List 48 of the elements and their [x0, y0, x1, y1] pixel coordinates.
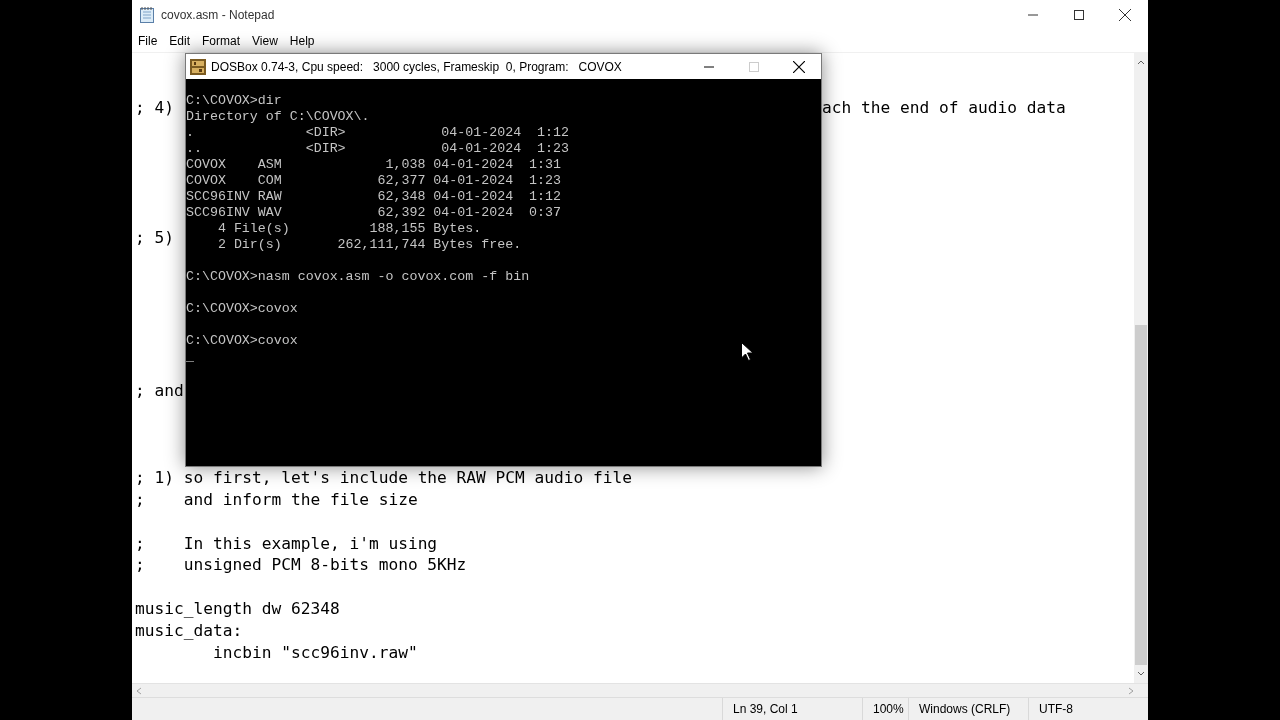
maximize-icon: [748, 61, 759, 72]
console-line: C:\COVOX>covox: [186, 301, 298, 316]
code-line: music_data:: [135, 619, 243, 642]
scroll-right-icon[interactable]: [1128, 686, 1134, 695]
console-line: .. <DIR> 04-01-2024 1:23: [186, 141, 569, 156]
code-line: ; 5): [135, 227, 174, 250]
close-icon: [1119, 9, 1131, 21]
console-line: . <DIR> 04-01-2024 1:12: [186, 125, 569, 140]
console-line: Directory of C:\COVOX\.: [186, 109, 370, 124]
code-line: ; unsigned PCM 8-bits mono 5KHz: [135, 554, 467, 577]
window-title: DOSBox 0.74-3, Cpu speed: 3000 cycles, Frameskip 0, Program: COVOX: [211, 59, 623, 74]
maximize-icon: [1074, 10, 1084, 20]
text-cursor: _: [186, 349, 194, 364]
window-title: covox.asm - Notepad: [161, 8, 276, 22]
notepad-icon: [140, 7, 154, 23]
code-line: ; 1) so first, let's include the RAW PCM audio file: [135, 467, 633, 489]
mouse-cursor-icon: [741, 342, 753, 361]
dosbox-icon: [190, 58, 206, 75]
vertical-scrollbar[interactable]: [1134, 53, 1148, 683]
menu-item[interactable]: Edit: [163, 32, 197, 50]
console-line: 4 File(s) 188,155 Bytes.: [216, 221, 482, 236]
status-text: Windows (CRLF): [908, 698, 1028, 720]
console-line: SCC96INV WAV 62,392 04-01-2024 0:37: [186, 205, 562, 220]
code-line: music_length dw 62348: [135, 597, 340, 620]
code-line: ; and: [135, 379, 184, 402]
code-line: ; In this example, i'm using: [135, 532, 438, 555]
horizontal-scrollbar[interactable]: [132, 683, 1148, 697]
code-line: ; 4): [135, 96, 174, 119]
menu-item[interactable]: Format: [196, 32, 247, 50]
status-text: UTF-8: [1028, 698, 1148, 720]
code-line: ach the end of audio data: [822, 96, 1066, 119]
menu-item[interactable]: Help: [283, 32, 321, 50]
menu-item[interactable]: File: [132, 32, 164, 50]
code-line: ; and inform the file size: [135, 488, 418, 511]
scrollbar-thumb[interactable]: [1135, 325, 1147, 665]
menu-item[interactable]: View: [246, 32, 284, 50]
code-line: incbin "scc96inv.raw": [211, 641, 418, 664]
status-text: Ln 39, Col 1: [722, 698, 862, 720]
console-line: 2 Dir(s) 262,111,744 Bytes free.: [216, 237, 522, 252]
console-line: C:\COVOX>nasm covox.asm -o covox.com -f bin: [186, 269, 530, 284]
console-line: SCC96INV RAW 62,348 04-01-2024 1:12: [186, 189, 562, 204]
console-line: C:\COVOX>covox: [186, 333, 298, 348]
close-icon: [792, 60, 805, 73]
console-line: COVOX COM 62,377 04-01-2024 1:23: [186, 173, 562, 188]
console-line: COVOX ASM 1,038 04-01-2024 1:31: [186, 157, 562, 172]
status-text: 100%: [862, 698, 908, 720]
console-line: C:\COVOX>dir: [186, 93, 282, 108]
scroll-left-icon[interactable]: [136, 686, 142, 695]
